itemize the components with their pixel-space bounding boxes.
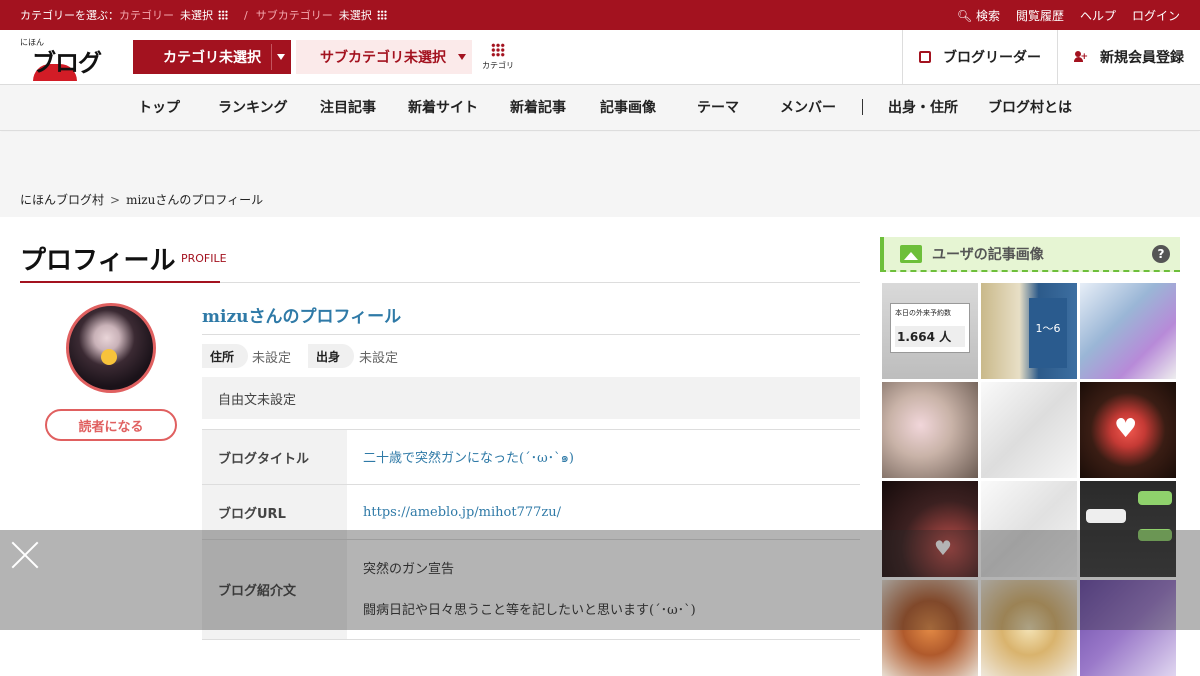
nav-featured[interactable]: 注目記事 — [320, 97, 376, 117]
help-icon[interactable]: ? — [1152, 245, 1170, 263]
grid-icon[interactable] — [218, 10, 228, 20]
grid-icon[interactable] — [376, 10, 387, 20]
article-thumbnail[interactable]: 本日の外来予約数 1.664 人 — [882, 283, 978, 379]
category-status: 未選択 — [180, 9, 213, 22]
origin-label: 出身 — [308, 344, 355, 368]
page-subtitle: PROFILE — [181, 252, 227, 265]
category-link[interactable]: カテゴリー — [119, 7, 174, 23]
main-nav: トップ ランキング 注目記事 新着サイト 新着記事 記事画像 テーマ メンバー … — [0, 85, 1200, 131]
chevron-down-icon — [277, 54, 285, 60]
origin-value: 未設定 — [359, 351, 399, 366]
blog-title-link[interactable]: 二十歳で突然ガンになった(´･ω･`๑) — [347, 430, 860, 484]
page-title: プロフィール — [20, 246, 176, 276]
sidebar-heading: ユーザの記事画像 ? — [880, 237, 1180, 272]
address-label: 住所 — [202, 344, 249, 368]
heart-icon: ♥ — [1114, 414, 1138, 444]
nav-divider — [862, 99, 863, 115]
help-link[interactable]: ヘルプ — [1080, 7, 1116, 24]
address-value: 未設定 — [252, 351, 292, 366]
nav-article-images[interactable]: 記事画像 — [600, 97, 656, 117]
reader-icon — [919, 51, 931, 63]
category-select-button[interactable]: カテゴリ未選択 — [133, 40, 291, 74]
header: にほん ブログ村 カテゴリ未選択 サブカテゴリ未選択 カテゴリ ブログリーダー … — [0, 30, 1200, 112]
avatar — [66, 303, 156, 393]
article-thumbnail[interactable]: 1〜6 — [981, 283, 1077, 379]
grid-icon — [491, 43, 505, 57]
breadcrumb: にほんブログ村 > mizuさんのプロフィール — [20, 193, 264, 207]
category-grid-button[interactable]: カテゴリ — [482, 43, 514, 73]
top-bar: カテゴリーを選ぶ： カテゴリー 未選択 / サブカテゴリー 未選択 🔍︎ 検索 … — [0, 0, 1200, 30]
nav-new-articles[interactable]: 新着記事 — [510, 97, 566, 117]
login-link[interactable]: ログイン — [1132, 7, 1180, 24]
nav-ranking[interactable]: ランキング — [218, 97, 288, 117]
title-underline — [20, 281, 220, 283]
add-user-icon: + — [1074, 51, 1088, 63]
nav-top[interactable]: トップ — [138, 97, 180, 117]
blog-reader-button[interactable]: ブログリーダー — [902, 30, 1057, 84]
row-label: ブログタイトル — [202, 430, 347, 484]
follow-button[interactable]: 読者になる — [45, 409, 177, 441]
site-logo[interactable]: にほん ブログ村 — [20, 37, 112, 112]
article-thumbnail[interactable] — [882, 382, 978, 478]
table-row: ブログタイトル 二十歳で突然ガンになった(´･ω･`๑) — [202, 430, 860, 485]
article-thumbnail[interactable]: ♥ — [1080, 382, 1176, 478]
nav-theme[interactable]: テーマ — [697, 97, 739, 117]
subcategory-link[interactable]: サブカテゴリー — [256, 7, 333, 23]
subcategory-select-button[interactable]: サブカテゴリ未選択 — [296, 40, 472, 74]
breadcrumb-current: mizuさんのプロフィール — [126, 193, 264, 207]
select-category-label: カテゴリーを選ぶ： — [20, 9, 119, 22]
separator: / — [244, 8, 248, 22]
bottom-overlay — [0, 530, 1200, 630]
close-icon[interactable] — [10, 540, 40, 570]
search-icon: 🔍︎ — [956, 8, 973, 23]
nav-new-sites[interactable]: 新着サイト — [408, 97, 478, 117]
breadcrumb-home[interactable]: にほんブログ村 — [20, 193, 104, 207]
register-button[interactable]: + 新規会員登録 — [1057, 30, 1200, 84]
chevron-down-icon — [458, 54, 466, 60]
subcategory-status: 未選択 — [338, 9, 372, 22]
image-icon — [900, 244, 922, 263]
nav-origin[interactable]: 出身・住所 — [888, 97, 958, 117]
nav-members[interactable]: メンバー — [780, 97, 836, 117]
free-text: 自由文未設定 — [202, 377, 860, 419]
article-thumbnail[interactable] — [1080, 283, 1176, 379]
article-thumbnail[interactable] — [981, 382, 1077, 478]
search-link[interactable]: 🔍︎ 検索 — [957, 7, 1000, 24]
history-link[interactable]: 閲覧履歴 — [1016, 7, 1064, 24]
smile-emoji-icon — [101, 349, 117, 365]
divider — [202, 334, 860, 335]
profile-name: mizuさんのプロフィール — [202, 307, 402, 327]
nav-about[interactable]: ブログ村とは — [988, 97, 1072, 117]
